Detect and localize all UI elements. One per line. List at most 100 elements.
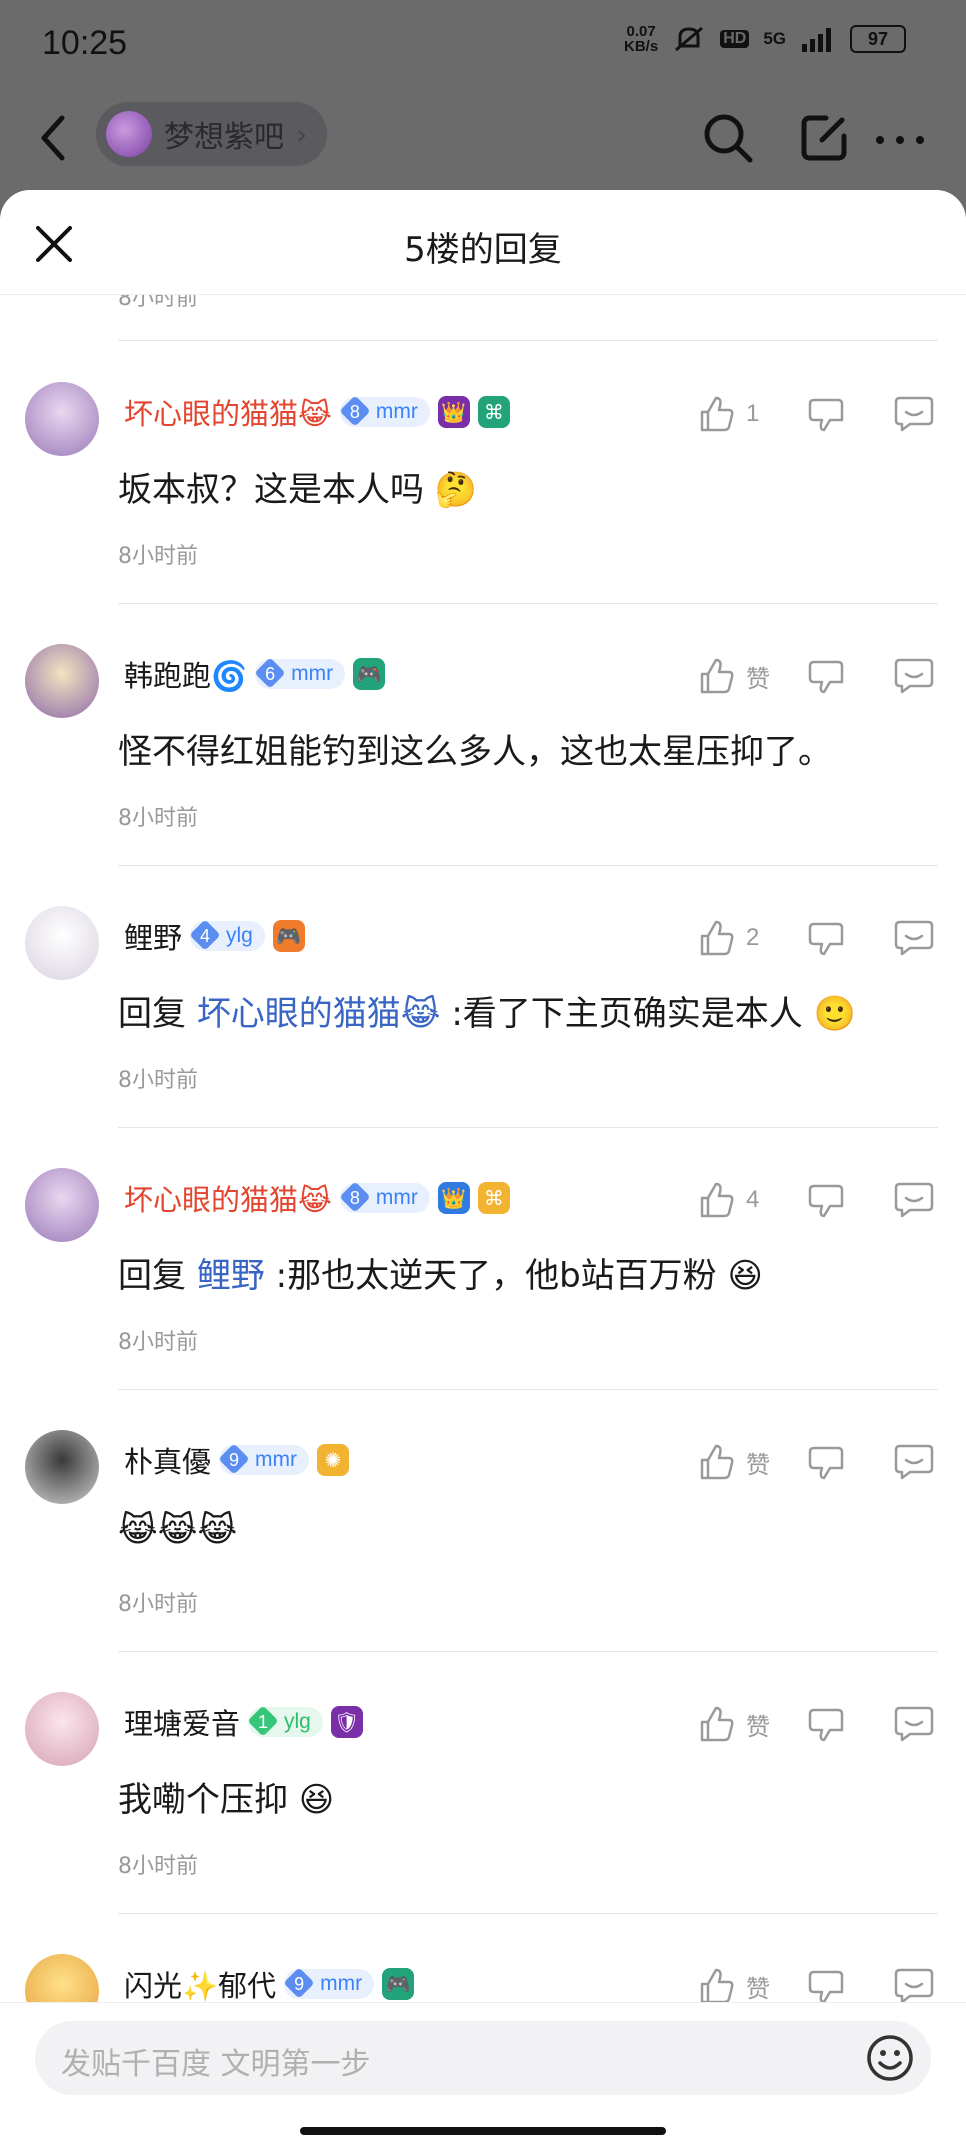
user-badge-icon: 🎮 [272, 920, 305, 952]
like-count: 2 [746, 924, 760, 951]
comment-text: :看了下主页确实是本人 🙂 [440, 994, 856, 1034]
avatar[interactable] [25, 1692, 99, 1766]
user-info-row: 朴真優 9 mmr ✺ [124, 1440, 349, 1480]
thumbs-up-icon [700, 658, 734, 694]
avatar[interactable] [25, 906, 99, 980]
comment-item[interactable]: 朴真優 9 mmr ✺ 赞 😹😹😹 8小时前 [0, 1390, 966, 1652]
like-button[interactable]: 2 [692, 914, 802, 962]
comment-content: 😹😹😹 [118, 1510, 237, 1550]
level-badge: 4 ylg [190, 921, 265, 951]
edit-icon[interactable] [796, 110, 852, 166]
user-info-row: 坏心眼的猫猫😹 8 mmr 👑 ⌘ [124, 1178, 510, 1218]
like-button[interactable]: 赞 [692, 652, 802, 700]
thumbs-up-icon [700, 1444, 734, 1480]
avatar[interactable] [25, 644, 99, 718]
level-badge: 9 mmr [284, 1969, 375, 1999]
signal-label: 5G [763, 29, 786, 48]
avatar[interactable] [25, 1168, 99, 1242]
reply-to-user[interactable]: 坏心眼的猫猫😹 [197, 994, 441, 1034]
comment-time: 8小时前 [118, 544, 198, 569]
like-button[interactable]: 赞 [692, 1438, 802, 1486]
like-count: 赞 [746, 1975, 770, 2003]
thumbs-up-icon [700, 396, 734, 432]
comment-item[interactable]: 鲤野 4 ylg 🎮 2 回复 坏心眼的猫猫😹 :看了下主页确实是本人 🙂 8小… [0, 866, 966, 1128]
user-info-row: 韩跑跑🌀 6 mmr 🎮 [124, 653, 386, 695]
level-gem-icon: 4 [190, 921, 220, 951]
reply-comment-icon[interactable] [890, 652, 938, 700]
avatar[interactable] [25, 1430, 99, 1504]
dislike-icon[interactable] [802, 1700, 850, 1748]
like-button[interactable]: 1 [692, 390, 802, 438]
comment-time: 8小时前 [118, 1068, 198, 1093]
comment-content: 回复 鲤野 :那也太逆天了，他b站百万粉 😆 [118, 1248, 763, 1297]
comment-text: 我嘞个压抑 😆 [118, 1780, 335, 1820]
username[interactable]: 坏心眼的猫猫😹 [124, 1177, 332, 1219]
reply-comment-icon[interactable] [890, 390, 938, 438]
username[interactable]: 韩跑跑🌀 [124, 653, 247, 695]
dislike-icon[interactable] [802, 390, 850, 438]
username[interactable]: 朴真優 [124, 1439, 211, 1481]
username[interactable]: 闪光✨郁代 [124, 1963, 276, 2005]
level-gem-icon: 9 [284, 1969, 314, 1999]
sheet-title: 5楼的回复 [404, 230, 562, 270]
like-count: 赞 [746, 1451, 770, 1479]
back-icon[interactable] [30, 108, 80, 168]
like-button[interactable]: 4 [692, 1176, 802, 1224]
level-tag: mmr [375, 400, 418, 423]
comment-content: 回复 坏心眼的猫猫😹 :看了下主页确实是本人 🙂 [118, 986, 856, 1035]
reply-comment-icon[interactable] [890, 1700, 938, 1748]
comment-actions: 赞 [692, 652, 938, 700]
user-info-row: 坏心眼的猫猫😹 8 mmr 👑 ⌘ [124, 392, 510, 432]
reply-comment-icon[interactable] [890, 914, 938, 962]
username[interactable]: 鲤野 [124, 915, 182, 957]
divider [118, 340, 938, 341]
input-bar: 发贴千百度 文明第一步 [0, 2002, 966, 2147]
comment-actions: 1 [692, 390, 938, 438]
reply-comment-icon[interactable] [890, 1176, 938, 1224]
level-tag: mmr [255, 1448, 297, 1471]
comment-text: 坂本叔？这是本人吗 🤔 [118, 470, 478, 510]
user-badge-icon: 🛡 [330, 1706, 363, 1738]
level-gem-icon: 9 [219, 1445, 249, 1475]
emoji-icon[interactable] [865, 2033, 915, 2083]
comment-item[interactable]: 坏心眼的猫猫😹 8 mmr 👑 ⌘ 1 坂本叔？这是本人吗 🤔 8小时前 [0, 342, 966, 604]
comment-item[interactable]: 韩跑跑🌀 6 mmr 🎮 赞 怪不得红姐能钓到这么多人，这也太星压抑了。 8小时… [0, 604, 966, 866]
battery-indicator: 97 [850, 25, 906, 53]
like-button[interactable]: 赞 [692, 1700, 802, 1748]
forum-link[interactable]: 梦想紫吧 › [96, 102, 328, 166]
username[interactable]: 理塘爱音 [124, 1701, 240, 1743]
more-icon[interactable] [870, 120, 930, 160]
level-badge: 9 mmr [219, 1445, 309, 1475]
dislike-icon[interactable] [802, 1438, 850, 1486]
level-number: 9 [229, 1449, 240, 1470]
reply-to-user[interactable]: 鲤野 [197, 1256, 265, 1296]
user-badge-icon: 🎮 [353, 658, 386, 690]
avatar[interactable] [25, 382, 99, 456]
user-badge-icon: ⌘ [477, 1182, 510, 1214]
level-number: 8 [349, 401, 360, 422]
level-number: 1 [258, 1711, 269, 1732]
reply-comment-icon[interactable] [890, 1438, 938, 1486]
comment-text: 😹😹😹 [118, 1510, 238, 1550]
user-info-row: 闪光✨郁代 9 mmr 🎮 [124, 1963, 415, 2005]
comment-content: 我嘞个压抑 😆 [118, 1772, 334, 1821]
reply-input[interactable]: 发贴千百度 文明第一步 [35, 2021, 931, 2095]
dislike-icon[interactable] [802, 914, 850, 962]
level-number: 6 [265, 663, 276, 684]
comment-text: 怪不得红姐能钓到这么多人，这也太星压抑了。 [118, 732, 832, 772]
username[interactable]: 坏心眼的猫猫😹 [124, 391, 332, 433]
dislike-icon[interactable] [802, 1176, 850, 1224]
reply-sheet: 5楼的回复 8小时前 坏心眼的猫猫😹 8 mmr 👑 ⌘ 1 坂本叔？这是本人吗… [0, 190, 966, 2147]
comment-time: 8小时前 [118, 1592, 198, 1617]
level-tag: mmr [375, 1186, 418, 1209]
comment-item[interactable]: 坏心眼的猫猫😹 8 mmr 👑 ⌘ 4 回复 鲤野 :那也太逆天了，他b站百万粉 … [0, 1128, 966, 1390]
search-icon[interactable] [700, 110, 756, 166]
dislike-icon[interactable] [802, 652, 850, 700]
comment-item[interactable]: 理塘爱音 1 ylg 🛡 赞 我嘞个压抑 😆 8小时前 [0, 1652, 966, 1914]
net-speed-value: 0.07 [626, 23, 656, 40]
level-number: 8 [349, 1187, 360, 1208]
comment-content: 怪不得红姐能钓到这么多人，这也太星压抑了。 [118, 724, 832, 773]
reply-prefix: 回复 [118, 1256, 197, 1296]
status-time: 10:25 [42, 24, 128, 62]
user-badge-icon: 👑 [437, 1182, 470, 1214]
